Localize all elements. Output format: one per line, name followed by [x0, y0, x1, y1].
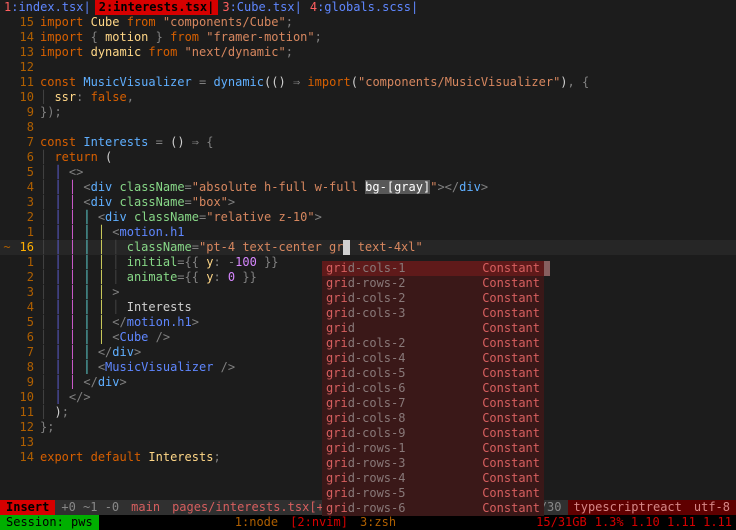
- filetype: typescriptreact: [568, 500, 688, 515]
- tmux-memory: 15/31GB: [532, 515, 591, 530]
- popup-item[interactable]: grid-cols-7Constant: [322, 396, 544, 411]
- tmux-window-2-active[interactable]: [2:nvim]: [284, 515, 354, 530]
- popup-item[interactable]: grid-rows-4Constant: [322, 471, 544, 486]
- popup-item[interactable]: grid-rows-3Constant: [322, 456, 544, 471]
- git-changes: +0 ~1 -0: [55, 500, 125, 515]
- popup-item[interactable]: grid-cols-4Constant: [322, 351, 544, 366]
- popup-item[interactable]: gridConstant: [322, 321, 544, 336]
- popup-item[interactable]: grid-rows-2Constant: [322, 276, 544, 291]
- popup-item-selected[interactable]: grid-cols-1Constant: [322, 261, 544, 276]
- tab-bar: 1:index.tsx| 2:interests.tsx| 3:Cube.tsx…: [0, 0, 736, 15]
- git-branch: main: [125, 500, 166, 515]
- tmux-window-3[interactable]: 3:zsh: [354, 515, 402, 530]
- popup-item[interactable]: grid-rows-6Constant: [322, 501, 544, 516]
- popup-item[interactable]: grid-rows-5Constant: [322, 486, 544, 501]
- mode-indicator: Insert: [0, 500, 55, 515]
- file-path: pages/interests.tsx[+]: [166, 500, 337, 515]
- tab-4[interactable]: 4:globals.scss|: [306, 0, 422, 15]
- current-line: ~16│ │ │ │ │ │ className="pt-4 text-cent…: [0, 240, 736, 255]
- tab-1[interactable]: 1:index.tsx|: [0, 0, 95, 15]
- popup-scrollbar[interactable]: [544, 261, 550, 276]
- tmux-window-1[interactable]: 1:node: [229, 515, 284, 530]
- tmux-load: 1.3% 1.10 1.11 1.11: [591, 515, 736, 530]
- encoding: utf-8: [688, 500, 736, 515]
- popup-item[interactable]: grid-rows-1Constant: [322, 441, 544, 456]
- popup-item[interactable]: grid-cols-5Constant: [322, 366, 544, 381]
- popup-item[interactable]: grid-cols-2Constant: [322, 291, 544, 306]
- tmux-statusline: Session: pws 1:node [2:nvim] 3:zsh 15/31…: [0, 515, 736, 530]
- popup-item[interactable]: grid-cols-8Constant: [322, 411, 544, 426]
- tab-2-active[interactable]: 2:interests.tsx|: [95, 0, 219, 15]
- popup-item[interactable]: grid-cols-9Constant: [322, 426, 544, 441]
- popup-item[interactable]: grid-cols-6Constant: [322, 381, 544, 396]
- completion-popup[interactable]: grid-cols-1Constant grid-rows-2Constant …: [322, 261, 544, 516]
- tab-3[interactable]: 3:Cube.tsx|: [218, 0, 306, 15]
- tmux-session[interactable]: Session: pws: [0, 515, 99, 530]
- popup-item[interactable]: grid-cols-2Constant: [322, 336, 544, 351]
- popup-item[interactable]: grid-cols-3Constant: [322, 306, 544, 321]
